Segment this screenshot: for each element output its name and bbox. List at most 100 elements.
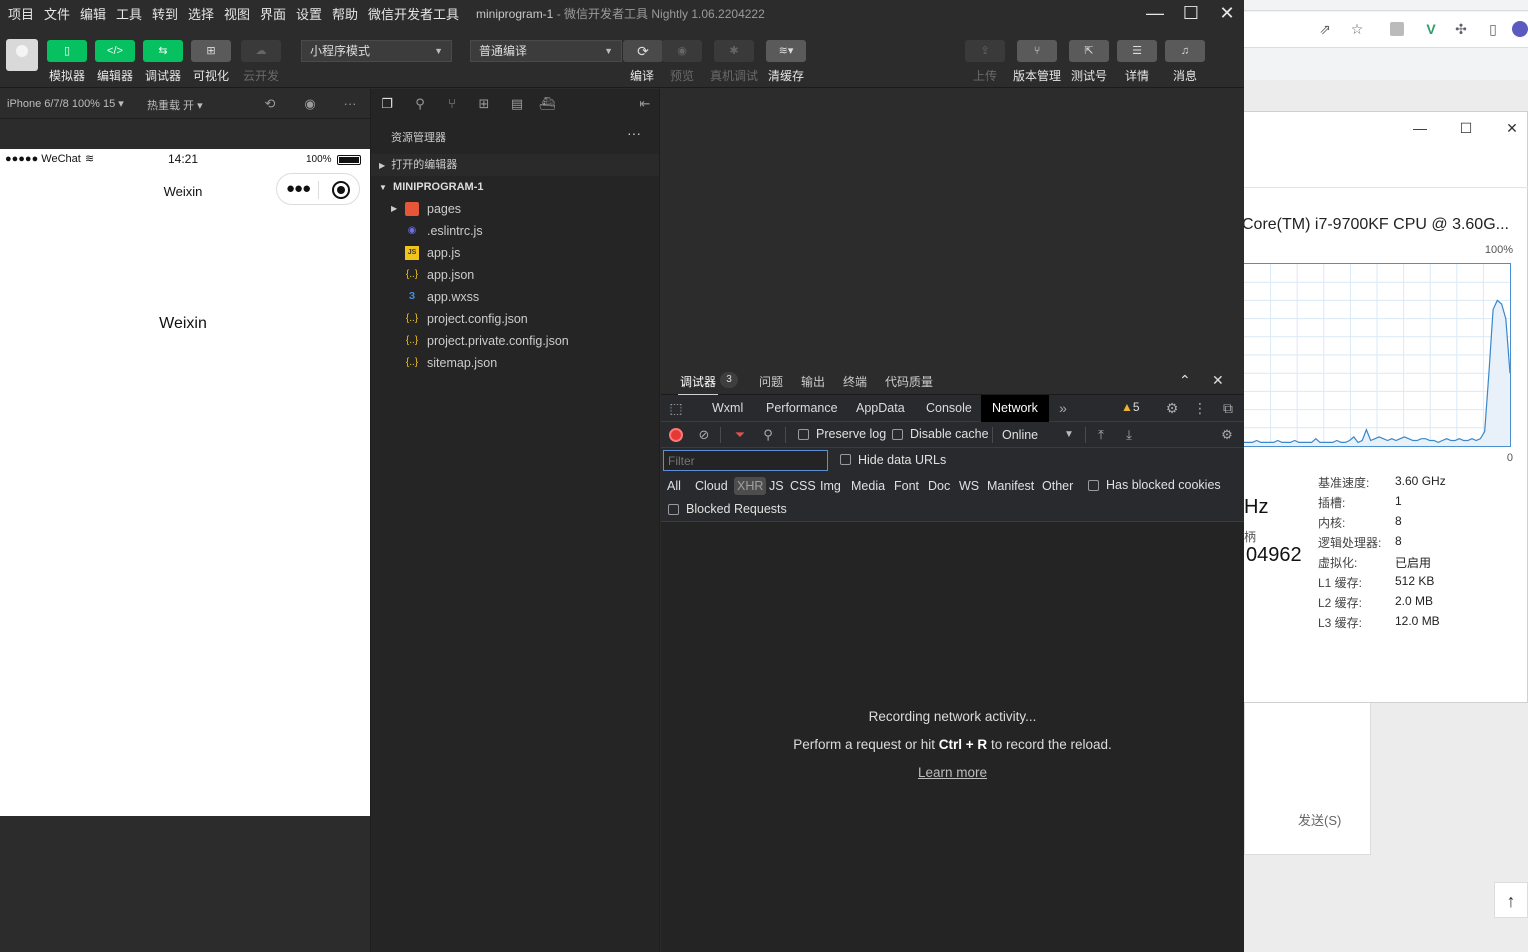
- profile-icon[interactable]: [1512, 21, 1528, 37]
- network-settings-gear-icon[interactable]: ⚙: [1218, 426, 1236, 444]
- star-icon[interactable]: ☆: [1348, 20, 1366, 38]
- hot-reload-select[interactable]: 热重载 开 ▾: [147, 97, 203, 113]
- tab-wxml[interactable]: Wxml: [706, 395, 749, 422]
- learn-more-link[interactable]: Learn more: [918, 765, 987, 780]
- mode-select[interactable]: 小程序模式 ▼: [301, 40, 452, 62]
- more-dots-icon[interactable]: ●●●: [286, 180, 311, 200]
- tree-item-folder[interactable]: ▶ pages: [371, 198, 659, 220]
- undock-icon[interactable]: ⧉: [1219, 399, 1237, 417]
- explorer-more-icon[interactable]: ···: [627, 125, 641, 141]
- type-filter-ws[interactable]: WS: [957, 477, 981, 495]
- menu-goto[interactable]: 转到: [152, 4, 178, 23]
- capsule-close-icon[interactable]: [332, 181, 350, 199]
- extension-icon[interactable]: [1390, 22, 1404, 36]
- send-button[interactable]: 发送(S): [1298, 810, 1341, 829]
- chevron-up-icon[interactable]: ⌃: [1179, 372, 1191, 389]
- stop-icon[interactable]: ◉: [301, 95, 319, 113]
- open-editors-section[interactable]: ▶ 打开的编辑器: [371, 154, 659, 176]
- hide-data-urls-checkbox[interactable]: [840, 454, 851, 465]
- sidebar-icon[interactable]: ▯: [1484, 20, 1502, 38]
- tree-item-file[interactable]: {..} project.private.config.json: [371, 330, 659, 352]
- type-filter-other[interactable]: Other: [1040, 477, 1075, 495]
- tree-item-file[interactable]: {..} app.json: [371, 264, 659, 286]
- maximize-icon[interactable]: ☐: [1456, 118, 1476, 138]
- vue-devtools-icon[interactable]: V: [1422, 20, 1440, 38]
- docker-icon[interactable]: ⛴: [538, 95, 556, 113]
- share-icon[interactable]: ⇗: [1316, 20, 1334, 38]
- source-control-icon[interactable]: ⑂: [443, 95, 461, 113]
- menu-interface[interactable]: 界面: [260, 4, 286, 23]
- maximize-icon[interactable]: ☐: [1178, 2, 1204, 24]
- record-icon[interactable]: [669, 428, 683, 442]
- scroll-top-button[interactable]: ↑: [1494, 882, 1528, 918]
- project-section[interactable]: ▼ MINIPROGRAM-1: [371, 176, 659, 198]
- type-filter-cloud[interactable]: Cloud: [693, 477, 730, 495]
- type-filter-all[interactable]: All: [665, 477, 683, 495]
- search-icon[interactable]: ⚲: [411, 95, 429, 113]
- compile-mode-select[interactable]: 普通编译 ▼: [470, 40, 622, 62]
- files-icon[interactable]: ❐: [378, 95, 396, 113]
- blocked-requests-checkbox[interactable]: [668, 504, 679, 515]
- clear-cache-button[interactable]: ≋▾: [766, 40, 806, 62]
- upload-button[interactable]: ⇪: [965, 40, 1005, 62]
- tab-problems[interactable]: 问题: [759, 373, 783, 390]
- throttling-select[interactable]: Online: [1002, 428, 1038, 442]
- has-blocked-cookies-checkbox[interactable]: [1088, 480, 1099, 491]
- menu-wechat-devtools[interactable]: 微信开发者工具: [368, 4, 459, 23]
- simulator-button[interactable]: ▯: [47, 40, 87, 62]
- rotate-icon[interactable]: ⟲: [261, 95, 279, 113]
- cloud-button[interactable]: ☁: [241, 40, 281, 62]
- type-filter-font[interactable]: Font: [892, 477, 921, 495]
- menu-settings[interactable]: 设置: [296, 4, 322, 23]
- gear-icon[interactable]: ⚙: [1163, 399, 1181, 417]
- tab-console[interactable]: Console: [920, 395, 978, 422]
- import-har-icon[interactable]: ⤒: [1092, 426, 1110, 444]
- tree-item-file[interactable]: З app.wxss: [371, 286, 659, 308]
- tab-code-quality[interactable]: 代码质量: [885, 373, 933, 390]
- kebab-menu-icon[interactable]: ⋮: [1191, 399, 1209, 417]
- tab-debugger[interactable]: 调试器: [677, 373, 719, 396]
- menu-file[interactable]: 文件: [44, 4, 70, 23]
- details-button[interactable]: ☰: [1117, 40, 1157, 62]
- tree-item-file[interactable]: {..} sitemap.json: [371, 352, 659, 374]
- visual-button[interactable]: ⊞: [191, 40, 231, 62]
- save-icon[interactable]: ▤: [508, 95, 526, 113]
- tab-performance[interactable]: Performance: [760, 395, 844, 422]
- tree-item-file[interactable]: {..} project.config.json: [371, 308, 659, 330]
- tree-item-file[interactable]: JS app.js: [371, 242, 659, 264]
- collapse-panel-icon[interactable]: ⇤: [636, 95, 654, 113]
- type-filter-doc[interactable]: Doc: [926, 477, 952, 495]
- warning-count[interactable]: ▲5: [1121, 400, 1140, 414]
- tab-network[interactable]: Network: [981, 395, 1049, 422]
- disable-cache-checkbox[interactable]: [892, 429, 903, 440]
- test-account-button[interactable]: ⇱: [1069, 40, 1109, 62]
- menu-view[interactable]: 视图: [224, 4, 250, 23]
- type-filter-media[interactable]: Media: [849, 477, 887, 495]
- search-icon[interactable]: ⚲: [759, 426, 777, 444]
- real-debug-button[interactable]: ✱: [714, 40, 754, 62]
- close-icon[interactable]: ✕: [1502, 118, 1522, 138]
- debugger-button[interactable]: ⇆: [143, 40, 183, 62]
- more-tabs-icon[interactable]: »: [1054, 399, 1072, 417]
- filter-input[interactable]: [663, 450, 828, 471]
- tab-terminal[interactable]: 终端: [843, 373, 867, 390]
- export-har-icon[interactable]: ⤓: [1120, 426, 1138, 444]
- compile-button[interactable]: ⟳: [623, 40, 663, 62]
- menu-tools[interactable]: 工具: [116, 4, 142, 23]
- menu-select[interactable]: 选择: [188, 4, 214, 23]
- menu-edit[interactable]: 编辑: [80, 4, 106, 23]
- tab-output[interactable]: 输出: [801, 373, 825, 390]
- extensions-icon[interactable]: ⊞: [475, 95, 493, 113]
- type-filter-img[interactable]: Img: [818, 477, 843, 495]
- tab-appdata[interactable]: AppData: [850, 395, 911, 422]
- more-icon[interactable]: ···: [341, 95, 359, 113]
- preserve-log-checkbox[interactable]: [798, 429, 809, 440]
- close-icon[interactable]: ✕: [1212, 372, 1224, 389]
- preview-button[interactable]: ◉: [662, 40, 702, 62]
- type-filter-css[interactable]: CSS: [788, 477, 818, 495]
- device-select[interactable]: iPhone 6/7/8 100% 15 ▾: [7, 97, 124, 110]
- avatar[interactable]: [6, 39, 38, 71]
- type-filter-manifest[interactable]: Manifest: [985, 477, 1036, 495]
- version-button[interactable]: ⑂: [1017, 40, 1057, 62]
- type-filter-js[interactable]: JS: [767, 477, 786, 495]
